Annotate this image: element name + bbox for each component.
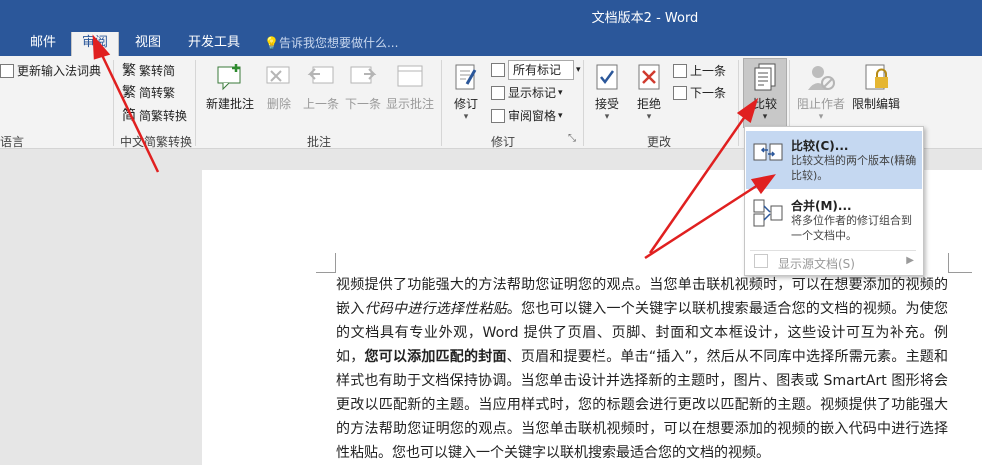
arrow-to-compare-button [648,114,748,254]
arrow-head [750,174,776,195]
arrow-head [92,34,111,60]
annotation-arrows [92,34,776,260]
arrow-to-compare-item [644,183,759,260]
arrow-head [736,97,759,124]
arrow-to-review-tab [100,54,160,173]
